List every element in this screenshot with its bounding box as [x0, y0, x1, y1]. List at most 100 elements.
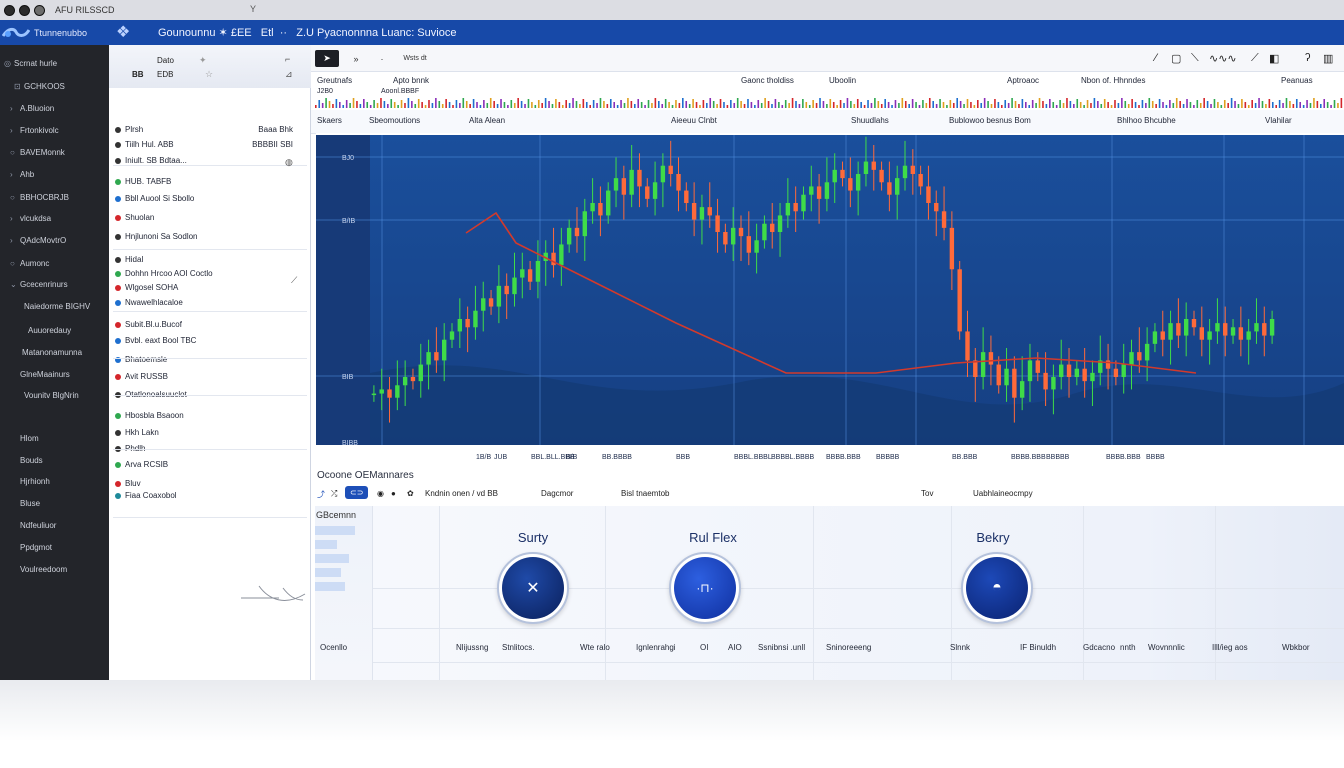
nav-item-2[interactable]: ⊡ GCHKOOS	[14, 82, 65, 91]
watchlist-row[interactable]: Phdlh	[115, 444, 305, 456]
nav-item-12[interactable]: Naiedorme BIGHV	[14, 302, 90, 311]
ticker-mark	[987, 101, 989, 108]
footer-column-label[interactable]: Nlijussng	[456, 643, 488, 652]
box-tool-icon[interactable]: ▢	[1171, 52, 1181, 65]
watchlist-row[interactable]: HUB. TABFB	[115, 177, 305, 189]
nav-item-7[interactable]: ○ BBHOCBRJB	[10, 193, 69, 202]
watchlist-row[interactable]: Hkh Lakn	[115, 428, 305, 440]
watchlist-row[interactable]: Hidal	[115, 255, 305, 267]
watchlist-row[interactable]: Tiilh Hul. ABB BBBBII SBI	[115, 140, 305, 152]
watchlist-row[interactable]: Hnjlunoni Sa Sodlon	[115, 232, 305, 244]
ticker-mark	[339, 102, 341, 108]
watchlist-row[interactable]: Plrsh Baaa Bhk	[115, 125, 305, 137]
nav-item-19[interactable]: Hjrhionh	[10, 477, 50, 486]
footer-column-label[interactable]: Wovnnnlic	[1148, 643, 1185, 652]
maximize-window-button[interactable]	[34, 4, 45, 16]
watchlist-row[interactable]: Hbosbla Bsaoon	[115, 411, 305, 423]
belt-card-button[interactable]: ◓	[961, 552, 1033, 624]
record-icon[interactable]: ◉	[377, 489, 384, 498]
watchlist-row[interactable]: Bvbl. eaxt Bool TBC	[115, 336, 305, 348]
footer-column-label[interactable]: nnth	[1120, 643, 1136, 652]
footer-column-label[interactable]: IF Binuldh	[1020, 643, 1056, 652]
line-tool-icon[interactable]: ⟋	[1251, 52, 1259, 65]
watchlist-row[interactable]: Arva RCSIB	[115, 460, 305, 472]
price-chart[interactable]: BJ0B/IBBIBBIBB1B/B JUB B/BBBL.BLL.BBB BB.BB…	[316, 133, 1344, 465]
footer-column-label[interactable]: Wbkbor	[1282, 643, 1310, 652]
watchlist-row[interactable]: Subit.Bl.u.Bucof	[115, 320, 305, 332]
nav-item-11[interactable]: ⌄ Gcecenrinurs	[10, 280, 68, 289]
monitor-tool-1[interactable]: Kndnin onen / vd BB	[425, 489, 498, 498]
footer-column-label[interactable]: Sninoreeeng	[826, 643, 871, 652]
minimize-window-button[interactable]	[19, 4, 30, 16]
globe-icon[interactable]: ◍	[285, 157, 293, 168]
watchlist-row[interactable]: Shuolan	[115, 213, 305, 225]
nav-item-5[interactable]: ○ BAVEMonnk	[10, 148, 65, 157]
nav-item-6[interactable]: › Ahb	[10, 170, 34, 179]
footer-column-label[interactable]: Illl/ieg aos	[1212, 643, 1248, 652]
lock-tool-icon[interactable]: ◧	[1269, 52, 1279, 65]
watchlist-row[interactable]: Wlgosel SOHA	[115, 283, 305, 295]
monitor-tool-3[interactable]: Bisl tnaemtob	[621, 489, 669, 498]
watchlist-row[interactable]: Iniult. SB Bdtaa...	[115, 156, 305, 168]
close-window-button[interactable]	[4, 4, 15, 16]
trend-tool-icon[interactable]: ⟍	[1191, 52, 1199, 65]
footer-column-label[interactable]: Wte ralo	[580, 643, 610, 652]
nav-item-15[interactable]: GlneMaainurs	[10, 370, 70, 379]
nav-item-23[interactable]: Voulreedoom	[10, 565, 67, 574]
nav-item-18[interactable]: Bouds	[10, 456, 43, 465]
footer-column-label[interactable]: Stnlitocs.	[502, 643, 534, 652]
watchlist-row[interactable]: Bluv	[115, 479, 305, 491]
monitor-tool-5[interactable]: Uabhlaineocmpy	[973, 489, 1033, 498]
nav-item-13[interactable]: Auuoredauy	[18, 326, 71, 335]
nav-item-17[interactable]: Hlom	[10, 434, 39, 443]
footer-column-label[interactable]: Gdcacno	[1083, 643, 1115, 652]
toolbar-item-2[interactable]: ·	[377, 50, 387, 67]
watchlist-row[interactable]: Dohhn Hrcoo AOI Coctlo	[115, 269, 305, 281]
panel-toggle-icon[interactable]: ▥	[1323, 52, 1333, 65]
footer-column-label[interactable]: Ignlenrahgi	[636, 643, 676, 652]
toolbar-item-1[interactable]: »	[349, 50, 363, 67]
nav-item-4[interactable]: › Frtonkivolc	[10, 126, 59, 135]
nav-item-label: Matanonamunna	[22, 348, 83, 357]
collapse-icon[interactable]: ⌐	[285, 54, 290, 64]
footer-column-label[interactable]: Slnnk	[950, 643, 970, 652]
footer-column-label[interactable]: AIO	[728, 643, 742, 652]
watchlist-row[interactable]: Nwawelhlacaloe	[115, 298, 305, 310]
expand-icon[interactable]: ⊿	[285, 69, 293, 80]
nav-item-3[interactable]: › A.Bluoion	[10, 104, 54, 113]
indicator-label-1: Skaers	[317, 116, 342, 125]
watchlist-row[interactable]: Bhatoemsle	[115, 355, 305, 367]
watchlist-row[interactable]: Bbll Auool Si Sbollo	[115, 194, 305, 206]
footer-column-label[interactable]: OI	[700, 643, 708, 652]
draw-tool-icon[interactable]: ⁄	[1155, 52, 1157, 64]
flex-card-button[interactable]: ·⊓·	[669, 552, 741, 624]
stop-icon[interactable]: ●	[391, 489, 396, 498]
arrow-icon[interactable]: ⤴	[317, 489, 325, 500]
nav-item-1[interactable]: ◎ Scrnat hurle	[4, 59, 57, 68]
nav-item-20[interactable]: Bluse	[10, 499, 40, 508]
shuffle-icon[interactable]: ⤮	[331, 489, 337, 499]
nav-item-22[interactable]: Ppdgmot	[10, 543, 52, 552]
help-icon[interactable]: ʔ	[1305, 52, 1311, 64]
pin-icon[interactable]: ⟋	[291, 275, 297, 286]
watchlist-row[interactable]: Fiaa Coaxobol	[115, 491, 305, 503]
watchlist-row[interactable]: Avit RUSSB	[115, 372, 305, 384]
monitor-tool-2[interactable]: Dagcmor	[541, 489, 573, 498]
play-button[interactable]: ➤	[315, 50, 339, 67]
nav-item-9[interactable]: › QAdcMovtrO	[10, 236, 66, 245]
footer-column-label[interactable]: Ocenllo	[320, 643, 347, 652]
monitor-tool-4[interactable]: Tov	[921, 489, 933, 498]
toolbar-item-3[interactable]: Wsts dt	[395, 50, 435, 67]
nav-item-10[interactable]: ○ Aumonc	[10, 259, 49, 268]
nav-item-21[interactable]: Ndfeuliuor	[10, 521, 56, 530]
wave-tool-icon[interactable]: ∿∿∿	[1209, 52, 1237, 65]
watchlist-row[interactable]: Otatlonoalsuuclot	[115, 390, 305, 402]
safety-card-button[interactable]: ✕	[497, 552, 569, 624]
settings-icon[interactable]: ✿	[407, 489, 414, 498]
link-button[interactable]: ⊂⊃	[345, 486, 369, 499]
nav-item-14[interactable]: Matanonamunna	[12, 348, 82, 357]
nav-item-16[interactable]: Vounitv BlgNrin	[14, 391, 79, 400]
nav-item-8[interactable]: › vlcukdsa	[10, 214, 51, 223]
star-icon[interactable]: ☆	[205, 69, 213, 80]
footer-column-label[interactable]: Ssnibnsi .unll	[758, 643, 805, 652]
